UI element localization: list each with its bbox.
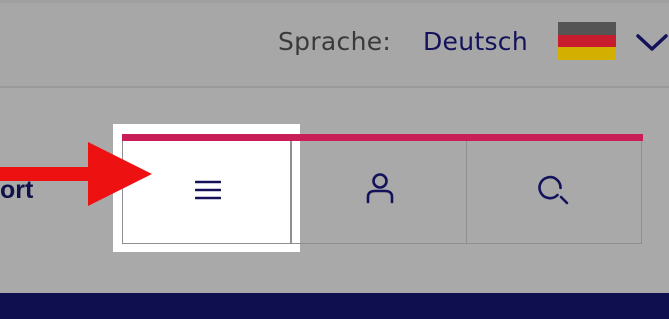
tab-account[interactable] [289,134,468,244]
search-icon [538,175,569,205]
user-icon [366,173,394,204]
germany-flag-icon[interactable] [558,22,616,61]
pointer-arrow-annotation [0,142,152,206]
footer-bar [0,293,669,319]
chevron-down-icon[interactable] [635,33,669,53]
top-divider [0,0,669,3]
language-label: Sprache: [278,27,392,56]
tab-accent [465,134,643,141]
top-bar: Sprache: Deutsch [0,0,669,88]
tab-accent [289,134,468,141]
tab-search[interactable] [465,134,643,244]
language-selector[interactable]: Deutsch [423,27,528,56]
hamburger-menu-icon [195,180,221,200]
